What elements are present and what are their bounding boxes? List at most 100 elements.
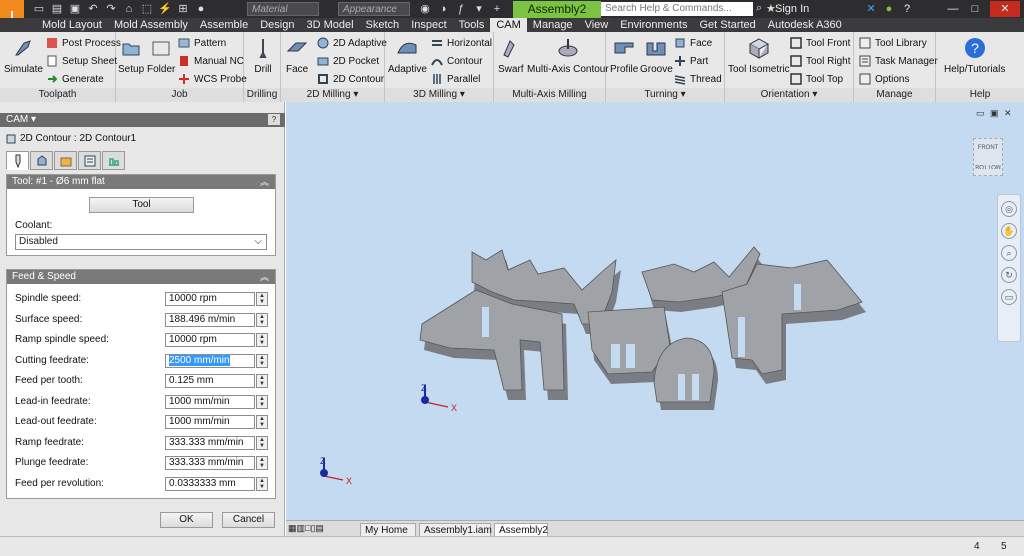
- part-button[interactable]: Part: [674, 53, 708, 69]
- field-input[interactable]: 2500 mm/min: [165, 353, 255, 368]
- field-input[interactable]: 1000 mm/min: [165, 415, 255, 429]
- multi-axis-contour-button[interactable]: Multi-Axis Contour: [527, 35, 609, 75]
- folder-button[interactable]: Folder: [147, 35, 175, 75]
- field-input[interactable]: 333.333 mm/min: [165, 435, 255, 450]
- search-icon[interactable]: ⌕: [756, 2, 762, 15]
- redo-icon[interactable]: ↷: [104, 2, 118, 16]
- profile-button[interactable]: Profile: [610, 35, 638, 75]
- tool-front-button[interactable]: Tool Front: [790, 35, 850, 51]
- contour-button[interactable]: Contour: [431, 53, 483, 69]
- tab-mold-layout[interactable]: Mold Layout: [36, 18, 108, 32]
- spinner-arrows-icon[interactable]: ▲ ▼: [256, 476, 268, 491]
- measure-icon[interactable]: ⊞: [176, 2, 190, 16]
- tool-top-button[interactable]: Tool Top: [790, 71, 843, 87]
- material-dropdown[interactable]: Material: [247, 2, 319, 16]
- undo-icon[interactable]: ↶: [86, 2, 100, 16]
- coolant-select[interactable]: Disabled ⌵: [15, 234, 267, 250]
- material-icon[interactable]: ●: [194, 2, 208, 16]
- spinner-arrows-icon[interactable]: ▲ ▼: [256, 394, 268, 409]
- 2d-adaptive-button[interactable]: 2D Adaptive: [317, 35, 387, 51]
- generate-button[interactable]: Generate: [46, 71, 104, 87]
- milling-2d-panel-title[interactable]: 2D Milling ▾: [281, 88, 384, 102]
- spinner-arrows-icon[interactable]: ▲ ▼: [256, 415, 268, 429]
- select-icon[interactable]: ⬚: [140, 2, 154, 16]
- panel-help-icon[interactable]: ?: [268, 114, 280, 125]
- groove-button[interactable]: Groove: [640, 35, 673, 75]
- clear-override-icon[interactable]: ◉: [418, 2, 432, 16]
- tab-passes[interactable]: [78, 151, 101, 170]
- help-icon[interactable]: ?: [898, 1, 916, 17]
- tab-view[interactable]: View: [579, 18, 615, 32]
- field-input[interactable]: 188.496 m/min: [165, 312, 255, 327]
- tab-environments[interactable]: Environments: [614, 18, 693, 32]
- open-icon[interactable]: ▤: [50, 2, 64, 16]
- manual-nc-button[interactable]: Manual NC: [178, 53, 244, 69]
- home-icon[interactable]: ⌂: [122, 2, 136, 16]
- feed-speed-header[interactable]: Feed & Speed ︽: [7, 270, 275, 284]
- a360-icon[interactable]: ●: [880, 1, 898, 17]
- spinner-arrows-icon[interactable]: ▲ ▼: [256, 435, 268, 450]
- field-input[interactable]: 10000 rpm: [165, 292, 255, 306]
- thread-button[interactable]: Thread: [674, 71, 722, 87]
- spinner-arrows-icon[interactable]: ▲ ▼: [256, 353, 268, 368]
- 2d-pocket-button[interactable]: 2D Pocket: [317, 53, 379, 69]
- search-input[interactable]: Search Help & Commands...: [601, 2, 753, 16]
- milling-3d-panel-title[interactable]: 3D Milling ▾: [385, 88, 493, 102]
- tab-sketch[interactable]: Sketch: [360, 18, 406, 32]
- tab-tools[interactable]: Tools: [453, 18, 491, 32]
- tab-inspect[interactable]: Inspect: [405, 18, 452, 32]
- tile-views-icon[interactable]: ▦▥□▯▤: [288, 523, 324, 534]
- options-button[interactable]: Options: [859, 71, 909, 87]
- new-file-icon[interactable]: ▭: [32, 2, 46, 16]
- simulate-button[interactable]: Simulate: [4, 35, 43, 75]
- tab-cam[interactable]: CAM: [490, 18, 527, 32]
- adaptive-button[interactable]: Adaptive: [388, 35, 427, 75]
- tool-library-button[interactable]: Tool Library: [859, 35, 927, 51]
- field-input[interactable]: 0.0333333 mm: [165, 476, 255, 491]
- field-input[interactable]: 333.333 mm/min: [165, 456, 255, 470]
- parallel-button[interactable]: Parallel: [431, 71, 480, 87]
- tab-mold-assembly[interactable]: Mold Assembly: [108, 18, 194, 32]
- tab-assemble[interactable]: Assemble: [194, 18, 254, 32]
- pattern-button[interactable]: Pattern: [178, 35, 226, 51]
- wcs-probe-button[interactable]: WCS Probe: [178, 71, 247, 87]
- post-process-button[interactable]: Post Process: [46, 35, 121, 51]
- ok-button[interactable]: OK: [160, 512, 213, 528]
- maximize-icon[interactable]: □: [966, 1, 984, 17]
- tab-tool[interactable]: [6, 151, 29, 170]
- spinner-arrows-icon[interactable]: ▲ ▼: [256, 312, 268, 327]
- tab-design[interactable]: Design: [254, 18, 300, 32]
- turning-panel-title[interactable]: Turning ▾: [606, 88, 724, 102]
- spinner-arrows-icon[interactable]: ▲ ▼: [256, 456, 268, 470]
- adjust-icon[interactable]: ◑: [436, 2, 450, 16]
- close-icon[interactable]: ✕: [990, 1, 1020, 17]
- cancel-button[interactable]: Cancel: [222, 512, 275, 528]
- 2d-contour-button[interactable]: 2D Contour: [317, 71, 384, 87]
- help-tutorials-button[interactable]: ? Help/Tutorials: [944, 35, 1005, 75]
- tab-geometry[interactable]: [30, 151, 53, 170]
- minimize-icon[interactable]: —: [944, 1, 962, 17]
- tab-autodesk-a360[interactable]: Autodesk A360: [762, 18, 848, 32]
- setup-sheet-button[interactable]: Setup Sheet: [46, 53, 117, 69]
- tab-3d-model[interactable]: 3D Model: [300, 18, 359, 32]
- tab-get-started[interactable]: Get Started: [693, 18, 761, 32]
- appearance-dropdown[interactable]: Appearance: [338, 2, 410, 16]
- face-button[interactable]: Face: [286, 35, 308, 75]
- sign-in-link[interactable]: Sign In: [775, 2, 809, 16]
- setup-button[interactable]: Setup: [118, 35, 144, 75]
- select-tool-button[interactable]: Tool: [89, 197, 194, 213]
- turning-face-button[interactable]: Face: [674, 35, 712, 51]
- tool-section-header[interactable]: Tool: #1 - Ø6 mm flat ︽: [7, 175, 275, 189]
- tab-manage[interactable]: Manage: [527, 18, 579, 32]
- exchange-icon[interactable]: ✕: [862, 1, 880, 17]
- dropdown-icon[interactable]: ▾: [472, 2, 486, 16]
- graphics-viewport[interactable]: ▭ ▣ ✕ FRONT BOTTOM ◎ ✋ ⌕ ↻ ▭ Z X Z X: [286, 102, 1024, 540]
- drill-button[interactable]: Drill: [252, 35, 274, 75]
- tab-linking[interactable]: [102, 151, 125, 170]
- doc-tab[interactable]: My Home: [360, 523, 416, 537]
- horizontal-button[interactable]: Horizontal: [431, 35, 492, 51]
- collapse-icon[interactable]: ︽: [260, 175, 269, 189]
- tab-heights[interactable]: [54, 151, 77, 170]
- cam-panel-header[interactable]: CAM ▾ ?: [0, 113, 285, 127]
- save-icon[interactable]: ▣: [68, 2, 82, 16]
